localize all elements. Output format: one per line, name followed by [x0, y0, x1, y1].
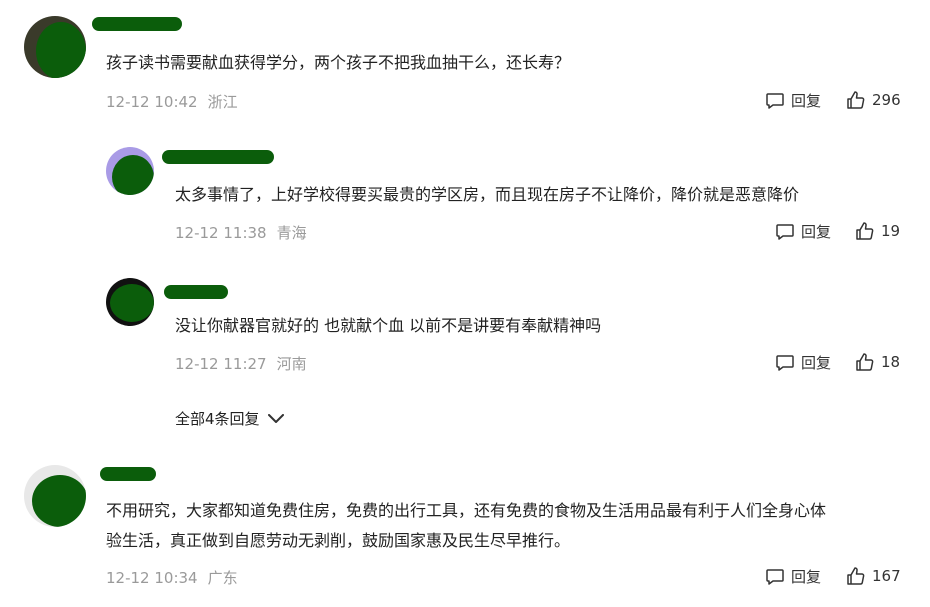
timestamp: 12-12 10:42: [106, 93, 198, 111]
reply-button[interactable]: 回复: [765, 90, 821, 111]
location: 河南: [276, 355, 307, 373]
thumbs-up-icon: [847, 567, 865, 585]
username-redacted[interactable]: [100, 467, 156, 481]
comment-bubble-icon: [766, 92, 784, 109]
username-redacted[interactable]: [164, 285, 228, 299]
like-button[interactable]: 19: [855, 221, 900, 241]
show-all-replies-button[interactable]: 全部4条回复: [175, 408, 284, 429]
like-button[interactable]: 296: [846, 90, 901, 110]
reply-meta: 12-12 11:27 河南: [175, 353, 307, 374]
comment-text-line1: 不用研究，大家都知道免费住房，免费的出行工具，还有免费的食物及生活用品最有利于人…: [106, 501, 827, 520]
reply-meta: 12-12 11:38 青海: [175, 222, 307, 243]
avatar[interactable]: [106, 278, 154, 326]
reply-label: 回复: [791, 568, 822, 586]
reply-label: 回复: [801, 354, 832, 372]
like-button[interactable]: 18: [855, 352, 900, 372]
reply-text: 没让你献器官就好的 也就献个血 以前不是讲要有奉献精神吗: [175, 316, 602, 335]
comment-text: 孩子读书需要献血获得学分，两个孩子不把我血抽干么，还长寿？: [106, 53, 571, 72]
like-count: 167: [872, 567, 901, 585]
like-button[interactable]: 167: [846, 566, 901, 586]
username-redacted[interactable]: [162, 150, 274, 164]
like-count: 19: [881, 222, 901, 240]
reply-text: 太多事情了，上好学校得要买最贵的学区房，而且现在房子不让降价，降价就是恶意降价: [175, 185, 800, 204]
timestamp: 12-12 11:27: [175, 355, 267, 373]
thumbs-up-icon: [856, 222, 874, 240]
avatar[interactable]: [24, 16, 86, 78]
reply-label: 回复: [791, 92, 822, 110]
avatar[interactable]: [106, 147, 154, 195]
location: 浙江: [207, 93, 238, 111]
comment-bubble-icon: [776, 354, 794, 371]
timestamp: 12-12 10:34: [106, 569, 198, 587]
like-count: 18: [881, 353, 901, 371]
username-redacted[interactable]: [92, 17, 182, 31]
show-all-replies-label: 全部4条回复: [175, 410, 260, 428]
comment-meta: 12-12 10:34 广东: [106, 567, 238, 588]
reply-button[interactable]: 回复: [775, 221, 831, 242]
location: 青海: [276, 224, 307, 242]
comment-meta: 12-12 10:42 浙江: [106, 91, 238, 112]
like-count: 296: [872, 91, 901, 109]
reply-button[interactable]: 回复: [775, 352, 831, 373]
thumbs-up-icon: [856, 353, 874, 371]
thumbs-up-icon: [847, 91, 865, 109]
comment-text-line2: 验生活，真正做到自愿劳动无剥削，鼓励国家惠及民生尽早推行。: [106, 531, 571, 550]
avatar[interactable]: [24, 465, 86, 527]
chevron-down-icon: [267, 413, 284, 423]
reply-label: 回复: [801, 223, 832, 241]
location: 广东: [207, 569, 238, 587]
reply-button[interactable]: 回复: [765, 566, 821, 587]
comment-bubble-icon: [776, 223, 794, 240]
comment-bubble-icon: [766, 568, 784, 585]
timestamp: 12-12 11:38: [175, 224, 267, 242]
